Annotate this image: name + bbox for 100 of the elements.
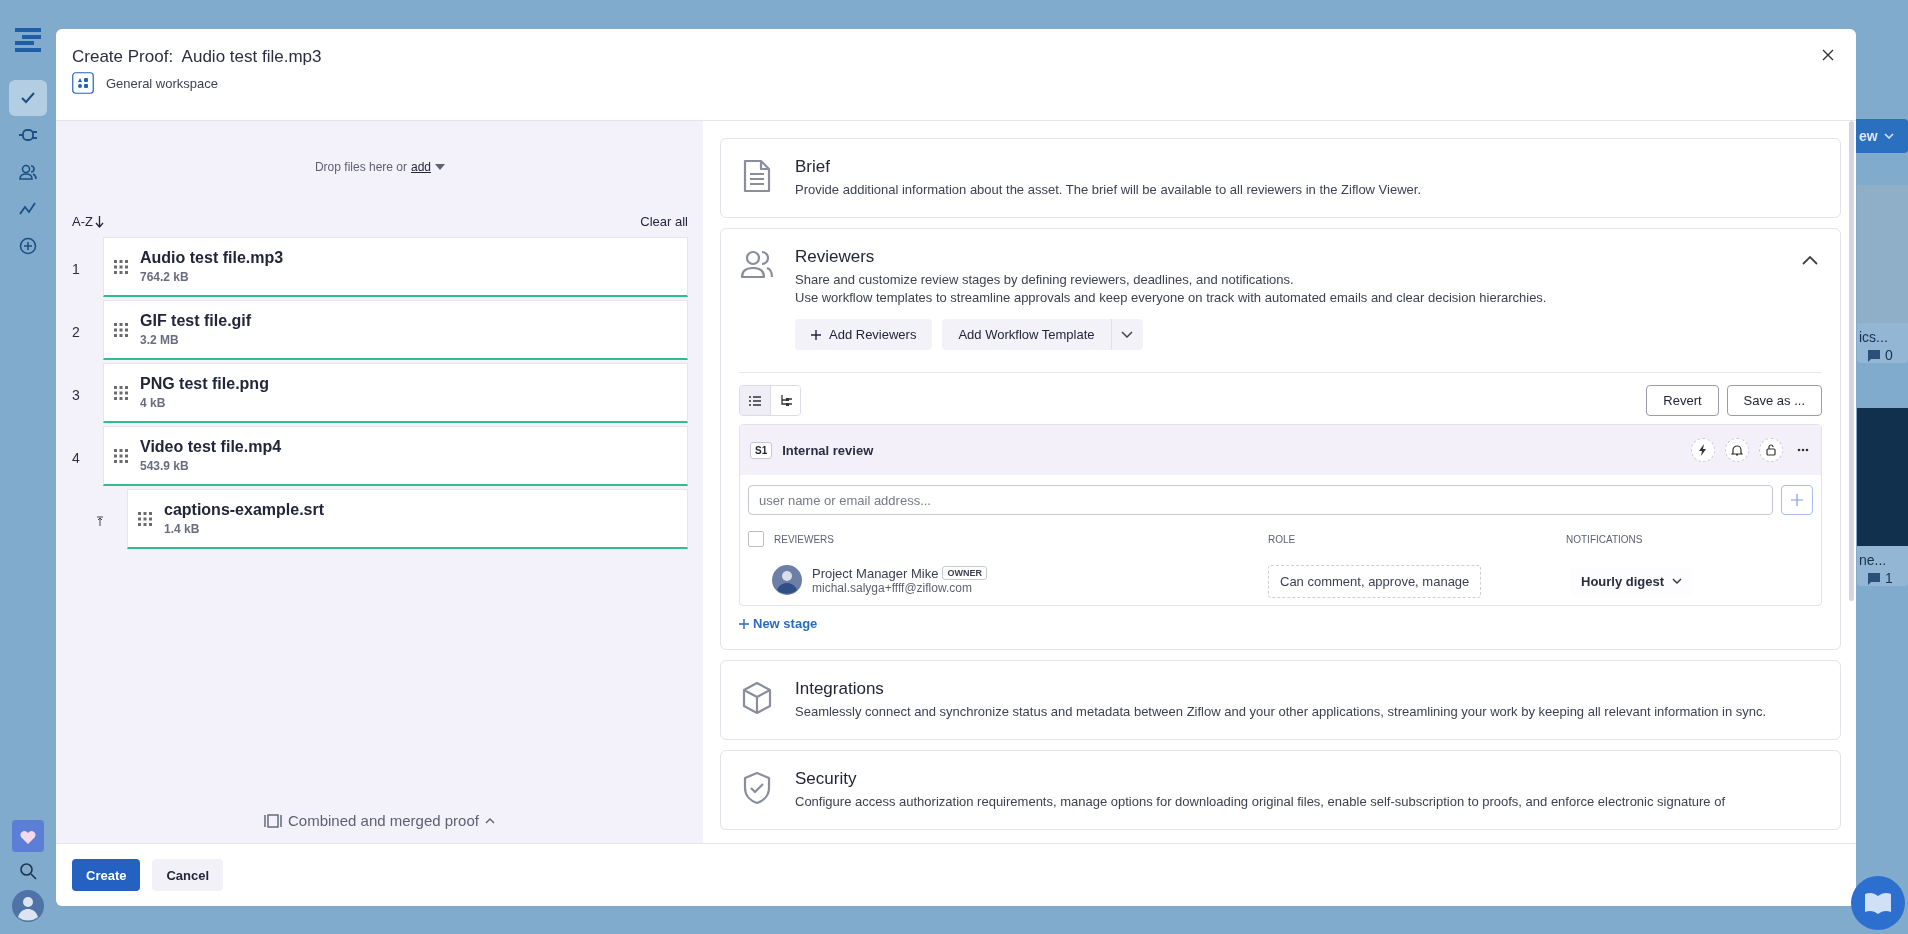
- section-description: Configure access authorization requirements, manage options for downloading original files, enable self-subscription to proofs, and enforce electronic signature of: [795, 793, 1727, 811]
- column-header: REVIEWERS: [774, 533, 834, 545]
- more-icon: [1797, 448, 1809, 452]
- asset-card[interactable]: ics... 0: [1857, 185, 1908, 363]
- combine-icon: [264, 813, 282, 828]
- automation-button[interactable]: [1691, 438, 1715, 462]
- comment-icon: [1867, 571, 1881, 585]
- stage-name: Internal review: [782, 442, 874, 458]
- chevron-down-icon: [1121, 331, 1134, 338]
- file-number: 3: [72, 386, 81, 403]
- shield-check-icon: [742, 771, 772, 805]
- drag-handle-icon: [114, 448, 128, 463]
- asset-card[interactable]: ne... 1: [1857, 408, 1908, 586]
- reviewer-email: michal.salyga+ffff@ziflow.com: [812, 580, 973, 595]
- notifications-button[interactable]: [1725, 438, 1749, 462]
- attached-arrow-icon: [95, 515, 104, 526]
- app-logo-icon: [14, 28, 41, 52]
- reviewer-search-field[interactable]: user name or email address...: [748, 485, 1773, 515]
- file-card[interactable]: Audio test file.mp3 764.2 kB: [103, 237, 688, 297]
- close-icon: [1822, 49, 1834, 61]
- lock-icon: [1765, 444, 1777, 456]
- file-size: 764.2 kB: [140, 270, 190, 284]
- section-description: Seamlessly connect and synchronize status and metadata between Ziflow and your other applications, streamlining your work by keeping all relevant information in sync.: [795, 703, 1768, 721]
- section-title: Integrations: [795, 679, 885, 699]
- drag-handle-icon: [114, 385, 128, 400]
- add-workflow-template-button[interactable]: Add Workflow Template: [942, 319, 1111, 350]
- caret-down-icon: [435, 164, 446, 170]
- comment-count: 0: [1885, 347, 1893, 363]
- tree-view-button[interactable]: [770, 386, 800, 415]
- file-name: Audio test file.mp3: [140, 249, 284, 267]
- list-icon: [749, 395, 761, 406]
- revert-button[interactable]: Revert: [1646, 385, 1719, 416]
- section-description: Provide additional information about the asset. The brief will be available to all reviewers in the Ziflow Viewer.: [795, 181, 1423, 199]
- comment-count: 1: [1885, 570, 1893, 586]
- section-title: Reviewers: [795, 247, 876, 267]
- role-dropdown[interactable]: Can comment, approve, manage: [1268, 564, 1482, 598]
- column-header: NOTIFICATIONS: [1566, 533, 1643, 545]
- add-link[interactable]: add: [411, 160, 432, 174]
- plus-icon: [739, 618, 749, 629]
- add-reviewers-button[interactable]: Add Reviewers: [795, 319, 933, 350]
- people-icon: [18, 163, 37, 181]
- file-name: Video test file.mp4: [140, 438, 282, 456]
- dialog-title: Create Proof: Audio test file.mp3: [72, 47, 322, 67]
- rail-nav-item[interactable]: [8, 80, 47, 116]
- file-size: 543.9 kB: [140, 459, 190, 473]
- drop-hint: Drop files here or: [314, 160, 407, 174]
- asset-title: ne...: [1858, 551, 1888, 570]
- people-icon: [740, 249, 774, 279]
- drag-handle-icon: [114, 259, 128, 274]
- tree-icon: [779, 394, 792, 407]
- file-card[interactable]: PNG test file.png 4 kB: [103, 363, 688, 423]
- list-view-button[interactable]: [740, 386, 770, 415]
- chevron-up-icon: [484, 817, 495, 824]
- combined-proof-toggle[interactable]: Combined and merged proof: [264, 812, 495, 829]
- cancel-button[interactable]: Cancel: [152, 859, 224, 891]
- book-icon: [1863, 890, 1893, 916]
- stage-badge: S1: [750, 441, 773, 459]
- file-card[interactable]: Video test file.mp4 543.9 kB: [103, 426, 688, 486]
- workspace-icon: [72, 72, 94, 94]
- chevron-down-icon: [1672, 578, 1683, 584]
- chevron-up-icon: [1802, 255, 1818, 265]
- new-stage-link[interactable]: New stage: [739, 616, 818, 631]
- select-all-checkbox[interactable]: [748, 531, 764, 547]
- file-card[interactable]: GIF test file.gif 3.2 MB: [103, 300, 688, 360]
- plus-icon: [1791, 494, 1803, 506]
- owner-badge: OWNER: [942, 566, 987, 580]
- file-number: 4: [72, 449, 81, 466]
- save-as-button[interactable]: Save as ...: [1726, 385, 1822, 416]
- file-card[interactable]: captions-example.srt 1.4 kB: [127, 489, 688, 549]
- section-title: Security: [795, 769, 858, 789]
- drag-handle-icon: [114, 322, 128, 337]
- view-button[interactable]: ew: [1855, 119, 1908, 153]
- section-description: Share and customize review stages by defining reviewers, deadlines, and notifications.: [795, 271, 1295, 289]
- avatar-icon: [772, 565, 802, 595]
- file-number: 1: [72, 260, 81, 277]
- help-book-button[interactable]: [1851, 876, 1905, 930]
- add-circle-icon: [18, 237, 37, 255]
- avatar-icon[interactable]: [11, 890, 44, 922]
- file-size: 1.4 kB: [164, 522, 201, 536]
- file-size: 4 kB: [140, 396, 167, 410]
- file-name: GIF test file.gif: [140, 312, 252, 330]
- comment-icon: [1867, 348, 1881, 362]
- arrow-down-icon: [94, 215, 104, 228]
- dropdown-button[interactable]: [1110, 319, 1143, 350]
- reviewer-name: Project Manager Mike: [812, 565, 939, 581]
- create-button[interactable]: Create: [72, 859, 141, 891]
- bell-icon: [1731, 444, 1743, 456]
- document-icon: [742, 159, 772, 193]
- file-name: PNG test file.png: [140, 375, 269, 393]
- column-header: ROLE: [1268, 533, 1296, 545]
- file-name: captions-example.srt: [164, 501, 325, 519]
- search-icon[interactable]: [18, 862, 37, 880]
- trend-chart-icon: [18, 201, 37, 217]
- section-description: Use workflow templates to streamline approvals and keep everyone on track with automated emails and clear decision hierarchies.: [795, 289, 1548, 307]
- section-title: Brief: [795, 157, 831, 177]
- clear-all-button[interactable]: Clear all: [640, 214, 688, 229]
- lock-button[interactable]: [1759, 438, 1783, 462]
- sort-button[interactable]: A-Z: [72, 214, 104, 229]
- file-number: 2: [72, 323, 81, 340]
- cube-icon: [741, 681, 773, 715]
